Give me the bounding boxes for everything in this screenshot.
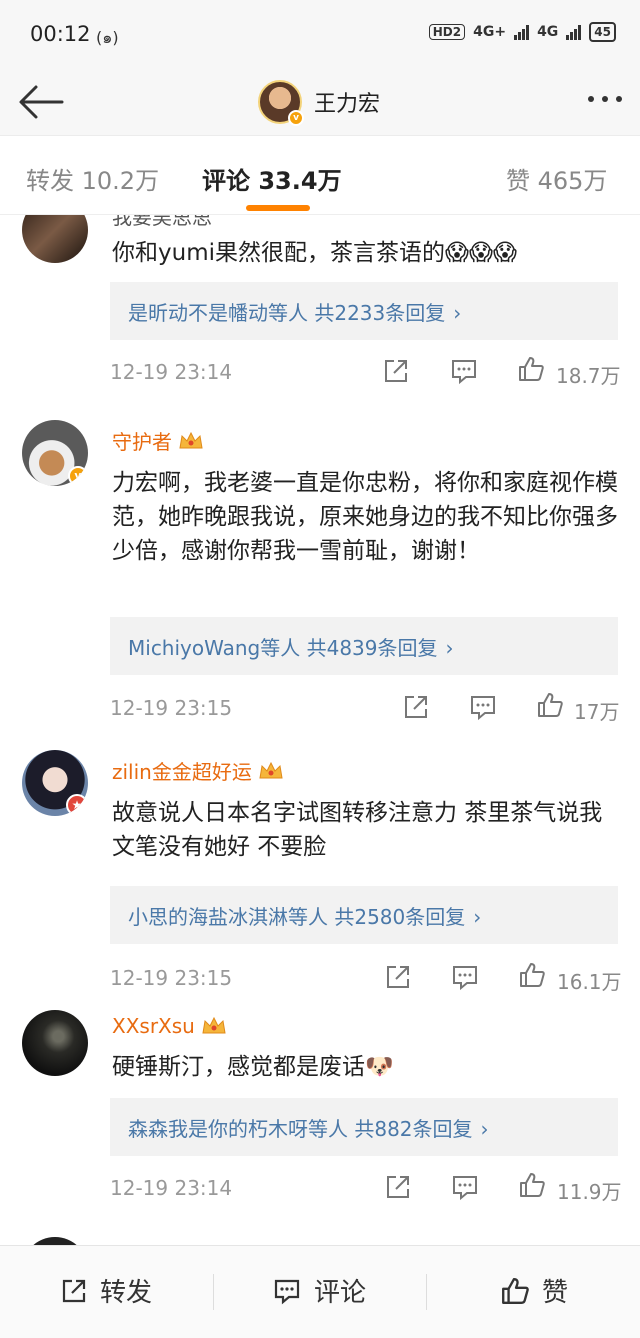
- reply-summary[interactable]: MichiyoWang等人 共4839条回复 ›: [110, 617, 618, 675]
- comment-time: 12-19 23:15: [110, 696, 233, 720]
- verified-badge-icon: v: [68, 466, 88, 486]
- active-tab-indicator: [246, 205, 310, 211]
- repost-icon[interactable]: [402, 693, 430, 721]
- repost-icon[interactable]: [384, 1173, 412, 1201]
- chevron-right-icon: ›: [480, 1117, 489, 1141]
- nav-profile[interactable]: v 王力宏: [258, 80, 381, 126]
- chevron-right-icon: ›: [445, 636, 454, 660]
- status-time: 00:12: [30, 22, 91, 46]
- repost-icon[interactable]: [382, 357, 410, 385]
- status-bar: 00:12 (๑) HD2 4G+ 4G 45: [0, 0, 640, 70]
- avatar[interactable]: v: [22, 420, 88, 486]
- crown-badge-icon: [259, 761, 283, 778]
- tab-reposts[interactable]: 转发 10.2万: [26, 161, 159, 196]
- comment-icon[interactable]: [451, 963, 479, 991]
- network-4g-plus: 4G+: [473, 24, 507, 40]
- comment-text: 力宏啊，我老婆一直是你忠粉，将你和家庭视作模范，她昨晚跟我说，原来她身边的我不知…: [112, 470, 618, 564]
- nav-title: 王力宏: [314, 92, 381, 117]
- divider: [213, 1274, 214, 1310]
- like-button[interactable]: 赞: [500, 1272, 568, 1309]
- comment-list: 我要吴思思 你和yumi果然很配，茶言茶语的😱😱😱 是昕动不是幡动等人 共223…: [0, 215, 640, 1245]
- crown-badge-icon: [179, 431, 203, 448]
- comment-icon[interactable]: [469, 693, 497, 721]
- thumbs-up-icon[interactable]: [536, 691, 564, 719]
- nav-bar: v 王力宏: [0, 70, 640, 136]
- tab-likes[interactable]: 赞 465万: [506, 161, 607, 196]
- avatar[interactable]: ★: [22, 750, 88, 816]
- back-arrow-icon[interactable]: [16, 82, 66, 122]
- comment-username[interactable]: zilin金金超好运: [112, 756, 284, 785]
- signal-bars-icon-2: [566, 24, 582, 40]
- comment-time: 12-19 23:15: [110, 966, 233, 990]
- star-badge-icon: ★: [66, 794, 88, 816]
- status-indicators: HD2 4G+ 4G 45: [428, 22, 616, 42]
- repost-button[interactable]: 转发: [60, 1272, 152, 1309]
- crown-badge-icon: [202, 1016, 226, 1034]
- comment-text: 故意说人日本名字试图转移注意力 茶里茶气说我文笔没有她好 不要脸: [112, 800, 603, 860]
- repost-icon[interactable]: [384, 963, 412, 991]
- signal-bars-icon: [514, 24, 530, 40]
- like-count: 18.7万: [556, 364, 621, 388]
- comment-time: 12-19 23:14: [110, 360, 233, 384]
- reply-summary[interactable]: 是昕动不是幡动等人 共2233条回复 ›: [110, 282, 618, 340]
- avatar[interactable]: [22, 1237, 88, 1245]
- chevron-right-icon: ›: [473, 905, 482, 929]
- comment-text: 你和yumi果然很配，茶言茶语的😱😱😱: [112, 240, 517, 266]
- like-count: 17万: [574, 700, 620, 724]
- like-count: 16.1万: [557, 970, 622, 994]
- avatar[interactable]: v: [258, 80, 304, 126]
- comment-icon: [274, 1279, 300, 1304]
- verified-badge-icon: v: [288, 110, 304, 126]
- reply-summary[interactable]: 森森我是你的朽木呀等人 共882条回复 ›: [110, 1098, 618, 1156]
- comment-text: 硬锤斯汀，感觉都是废话🐶: [112, 1054, 394, 1080]
- tab-comments[interactable]: 评论 33.4万: [202, 161, 342, 196]
- divider: [426, 1274, 427, 1310]
- battery-icon: 45: [589, 22, 616, 42]
- thumbs-up-icon[interactable]: [517, 355, 545, 383]
- comment-username[interactable]: 我要吴思思: [112, 215, 212, 230]
- comment-icon[interactable]: [451, 1173, 479, 1201]
- tab-bar: 转发 10.2万 评论 33.4万 赞 465万: [0, 137, 640, 215]
- chevron-right-icon: ›: [453, 301, 462, 325]
- comment-icon[interactable]: [450, 357, 478, 385]
- network-4g: 4G: [537, 24, 559, 40]
- avatar[interactable]: [22, 215, 88, 263]
- comment-time: 12-19 23:14: [110, 1176, 233, 1200]
- reply-summary[interactable]: 小思的海盐冰淇淋等人 共2580条回复 ›: [110, 886, 618, 944]
- comment-button[interactable]: 评论: [272, 1272, 366, 1309]
- avatar[interactable]: [22, 1010, 88, 1076]
- thumbs-up-icon[interactable]: [518, 961, 546, 989]
- more-options-icon[interactable]: [588, 96, 622, 102]
- like-count: 11.9万: [557, 1180, 622, 1204]
- repost-icon: [62, 1279, 86, 1302]
- wifi-calling-icon: (๑): [96, 28, 119, 47]
- bottom-action-bar: 转发 评论 赞: [0, 1245, 640, 1338]
- comment-username[interactable]: 守护者: [112, 426, 204, 455]
- thumbs-up-icon[interactable]: [518, 1171, 546, 1199]
- thumbs-up-icon: [502, 1277, 529, 1304]
- hd-icon: HD2: [428, 24, 466, 40]
- comment-username[interactable]: XXsrXsu: [112, 1014, 227, 1038]
